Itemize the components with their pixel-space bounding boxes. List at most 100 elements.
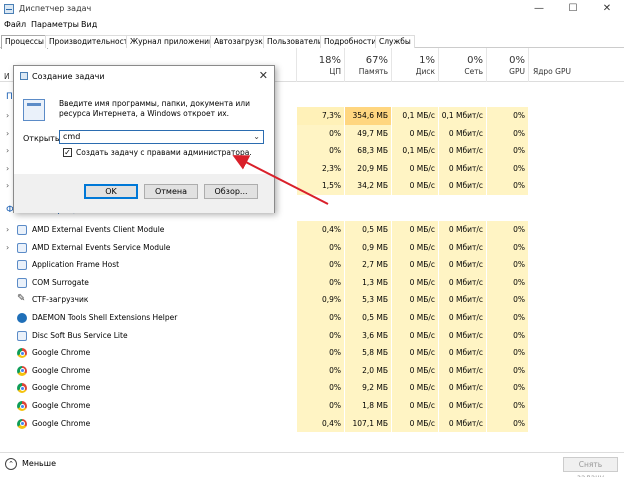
column-name-header[interactable]: И [4, 72, 10, 81]
tab-bar: Процессы Производительность Журнал прило… [0, 34, 624, 49]
tab-services[interactable]: Службы [375, 35, 415, 48]
net-cell: 0 Мбит/с [438, 256, 486, 274]
memory-label: Память [358, 67, 388, 76]
net-cell: 0 Мбит/с [438, 221, 486, 239]
table-row[interactable]: › AMD External Events Service Module 0% 0,9… [0, 238, 624, 257]
table-row[interactable]: DAEMON Tools Shell Extensions Helper 0% 0,… [0, 309, 624, 327]
chevron-right-icon[interactable]: › [6, 107, 9, 125]
net-cell: 0 Мбит/с [438, 177, 486, 195]
column-gpu-header[interactable]: 0% GPU [486, 48, 528, 82]
column-gpu-engine-header[interactable]: . Ядро GPU [528, 48, 624, 82]
chevron-right-icon[interactable]: › [6, 221, 9, 239]
disk-cell: 0 МБ/с [391, 309, 438, 327]
net-cell: 0 Мбит/с [438, 124, 486, 143]
dialog-button-area: OK Отмена Обзор... [14, 174, 274, 213]
net-cell: 0 Мбит/с [438, 273, 486, 292]
menu-file[interactable]: Файл [4, 20, 26, 29]
run-program-icon [23, 99, 45, 121]
process-name: Application Frame Host [32, 260, 120, 270]
chevron-right-icon[interactable]: › [6, 177, 9, 195]
net-cell: 0 Мбит/с [438, 326, 486, 345]
gpu-cell: 0% [486, 344, 528, 362]
table-row[interactable]: Application Frame Host 0% 2,7 МБ 0 МБ/с 0 Мб… [0, 256, 624, 274]
table-row[interactable]: Google Chrome 0% 1,8 МБ 0 МБ/с 0 Мбит/с 0% [0, 397, 624, 415]
tab-performance[interactable]: Производительность [45, 35, 137, 48]
network-total: 0% [467, 55, 483, 66]
maximize-button[interactable]: ☐ [556, 0, 590, 18]
admin-checkbox-label[interactable]: Создать задачу с правами администратора. [76, 148, 252, 157]
chrome-icon [17, 418, 27, 429]
menu-view[interactable]: Вид [81, 20, 97, 29]
browse-button[interactable]: Обзор... [204, 184, 258, 199]
section-apps-label: П [6, 92, 13, 102]
ok-button[interactable]: OK [84, 184, 138, 199]
mem-cell: 5,8 МБ [344, 344, 391, 362]
column-disk-header[interactable]: 1% Диск [391, 48, 438, 82]
disk-cell: 0 МБ/с [391, 379, 438, 397]
net-cell: 0 Мбит/с [438, 379, 486, 397]
admin-checkbox[interactable]: ✓ [63, 148, 72, 157]
column-network-header[interactable]: 0% Сеть [438, 48, 486, 82]
process-name: Google Chrome [32, 418, 91, 428]
window-icon [17, 277, 27, 288]
net-cell: 0 Мбит/с [438, 361, 486, 380]
menu-options[interactable]: Параметры [31, 20, 79, 29]
process-name: DAEMON Tools Shell Extensions Helper [32, 313, 178, 322]
cancel-button[interactable]: Отмена [144, 184, 198, 199]
tab-users[interactable]: Пользователи [263, 35, 327, 48]
tab-app-history[interactable]: Журнал приложений [126, 35, 218, 48]
cpu-cell: 7,3% [296, 107, 344, 125]
ctf-icon: ✎ [17, 293, 26, 305]
daemon-icon [17, 313, 27, 323]
chevron-right-icon[interactable]: › [6, 142, 9, 160]
chevron-up-icon[interactable]: ⌃ [5, 458, 17, 470]
cpu-cell: 1,5% [296, 177, 344, 195]
menu-bar: Файл Параметры Вид [0, 18, 624, 34]
table-row[interactable]: Google Chrome 0,4% 107,1 МБ 0 МБ/с 0 Мбит/с 0… [0, 414, 624, 433]
process-name: Google Chrome [32, 401, 91, 410]
chevron-right-icon[interactable]: › [6, 125, 9, 143]
table-row[interactable]: Disc Soft Bus Service Lite 0% 3,6 МБ 0 МБ/с… [0, 326, 624, 345]
chevron-down-icon[interactable]: ⌄ [253, 131, 260, 143]
mem-cell: 34,2 МБ [344, 177, 391, 195]
chevron-right-icon[interactable]: › [6, 239, 9, 257]
disk-cell: 0,1 МБ/с [391, 107, 438, 125]
tab-processes[interactable]: Процессы [1, 35, 48, 49]
window-title: Диспетчер задач [19, 4, 92, 13]
chrome-icon [17, 365, 27, 376]
create-task-dialog: Создание задачи ✕ Введите имя программы,… [13, 65, 275, 213]
memory-total: 67% [365, 55, 388, 66]
process-name: AMD External Events Client Module [32, 225, 165, 234]
dialog-close-button[interactable]: ✕ [259, 69, 268, 82]
dialog-title: Создание задачи [32, 72, 105, 81]
chrome-icon [17, 401, 27, 411]
column-cpu-header[interactable]: 18% ЦП [296, 48, 344, 82]
window-icon [17, 330, 27, 341]
chevron-right-icon[interactable]: › [6, 160, 9, 178]
open-input[interactable]: cmd ⌄ [59, 130, 264, 144]
disk-cell: 0 МБ/с [391, 291, 438, 309]
table-row[interactable]: COM Surrogate 0% 1,3 МБ 0 МБ/с 0 Мбит/с 0% [0, 273, 624, 292]
table-row[interactable]: ✎ CTF-загрузчик 0,9% 5,3 МБ 0 МБ/с 0 Мбит/с 0% [0, 291, 624, 309]
gpu-cell: 0% [486, 256, 528, 274]
close-button[interactable]: ✕ [590, 0, 624, 18]
cpu-cell: 0% [296, 344, 344, 362]
column-memory-header[interactable]: 67% Память [344, 48, 391, 82]
end-task-button[interactable]: Снять задачу [563, 457, 618, 477]
table-row[interactable]: Google Chrome 0% 2,0 МБ 0 МБ/с 0 Мбит/с 0% [0, 361, 624, 380]
mem-cell: 0,5 МБ [344, 309, 391, 327]
mem-cell: 2,7 МБ [344, 256, 391, 274]
minimize-button[interactable]: — [522, 0, 556, 18]
mem-cell: 107,1 МБ [344, 414, 391, 433]
table-row[interactable]: Google Chrome 0% 5,8 МБ 0 МБ/с 0 Мбит/с 0% [0, 344, 624, 362]
cpu-cell: 0% [296, 256, 344, 274]
less-details-link[interactable]: Меньше [22, 459, 56, 468]
mem-cell: 20,9 МБ [344, 159, 391, 178]
tab-details[interactable]: Подробности [320, 35, 381, 48]
process-name: CTF-загрузчик [32, 295, 89, 305]
chrome-icon [17, 383, 27, 394]
table-row[interactable]: Google Chrome 0% 9,2 МБ 0 МБ/с 0 Мбит/с 0% [0, 379, 624, 397]
cpu-cell: 2,3% [296, 159, 344, 178]
gpu-cell: 0% [486, 221, 528, 239]
table-row[interactable]: › AMD External Events Client Module 0,4% 0,… [0, 221, 624, 239]
